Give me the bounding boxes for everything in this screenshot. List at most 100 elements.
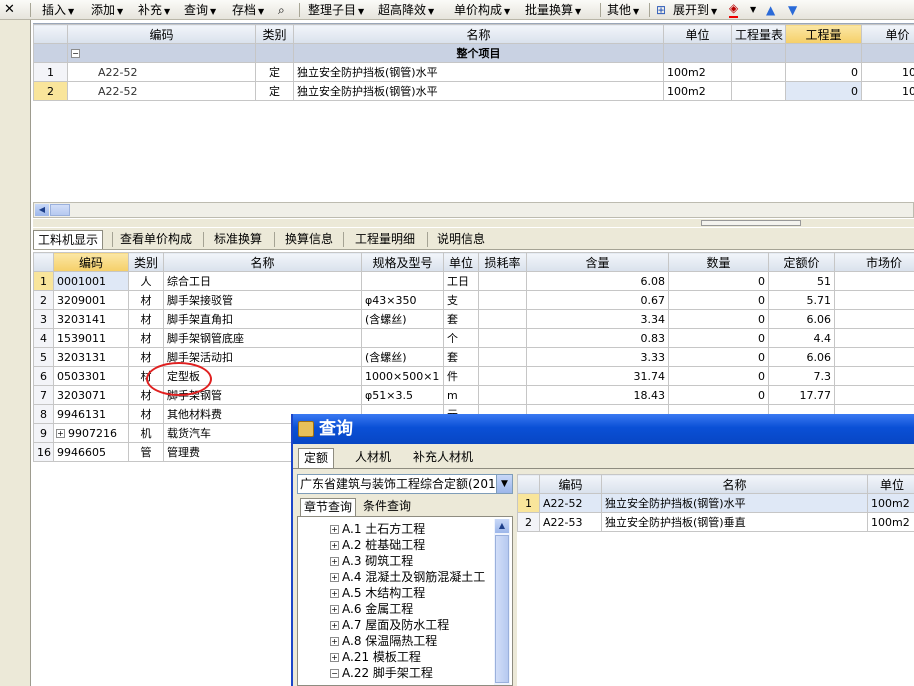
cell-market-price[interactable] — [834, 366, 914, 386]
header-unit[interactable]: 单位 — [867, 474, 914, 494]
cell-quantity[interactable]: 0 — [668, 385, 769, 405]
cell-quota-price[interactable]: 4.4 — [768, 328, 835, 348]
cell-market-price[interactable]: 6 — [834, 309, 914, 329]
tree-node[interactable]: + A.8 保温隔热工程 — [330, 633, 437, 649]
tree-node[interactable]: + A.1 土石方工程 — [330, 521, 425, 537]
archive-menu[interactable]: 存档 ▼ — [232, 2, 264, 18]
cell-loss[interactable] — [478, 385, 527, 405]
insert-menu[interactable]: 插入 ▼ — [42, 2, 74, 18]
cell-quantity[interactable]: 0 — [668, 290, 769, 310]
header-spec[interactable]: 规格及型号 — [361, 252, 444, 272]
tab-standard-convert[interactable]: 标准换算 — [210, 230, 266, 249]
header-price[interactable]: 单价 — [861, 24, 914, 44]
cell-type[interactable]: 材 — [128, 328, 164, 348]
cell-quota-price[interactable]: 51 — [768, 271, 835, 291]
cell-quota-price[interactable]: 5.71 — [768, 290, 835, 310]
cell-code[interactable]: 0503301 — [53, 366, 129, 386]
table-row[interactable]: 1 0001001 人综合工日 工日 6.08 0 51 — [33, 271, 914, 291]
expand-icon[interactable]: + — [330, 605, 339, 614]
cell-unit[interactable]: 工日 — [443, 271, 479, 291]
tree-node[interactable]: − A.22 脚手架工程 — [330, 665, 433, 681]
cell-content[interactable]: 6.08 — [526, 271, 669, 291]
cell-quota-price[interactable]: 7.3 — [768, 366, 835, 386]
supplement-menu[interactable]: 补充 ▼ — [138, 2, 170, 18]
header-code[interactable]: 编码 — [53, 252, 129, 272]
cell-name[interactable]: 脚手架钢管底座 — [163, 328, 362, 348]
scroll-thumb[interactable] — [50, 204, 70, 216]
tree-node[interactable]: + A.7 屋面及防水工程 — [330, 617, 449, 633]
cell-quantity[interactable]: 0 — [668, 347, 769, 367]
tab-labor-material-machine[interactable]: 人材机 — [350, 448, 396, 468]
group-row[interactable]: − 整个项目 — [33, 43, 914, 63]
tab-chapter-search[interactable]: 章节查询 — [300, 498, 357, 516]
scroll-up-icon[interactable]: ▲ — [495, 519, 509, 533]
cell-loss[interactable] — [478, 309, 527, 329]
expand-icon[interactable]: + — [330, 557, 339, 566]
cell-code[interactable]: 3209001 — [53, 290, 129, 310]
cell-code[interactable]: 3203131 — [53, 347, 129, 367]
tab-supplement-lmm[interactable]: 补充人材机 — [408, 448, 478, 468]
quota-library-select[interactable]: 广东省建筑与装饰工程综合定额(201 ▼ — [297, 474, 513, 494]
horizontal-scrollbar[interactable]: ◀ — [33, 202, 914, 218]
query-menu[interactable]: 查询 ▼ — [184, 2, 216, 18]
cell-unit[interactable]: 个 — [443, 328, 479, 348]
expand-icon[interactable]: + — [330, 637, 339, 646]
header-name[interactable]: 名称 — [293, 24, 664, 44]
expand-icon[interactable]: + — [56, 429, 65, 438]
cell-quantity[interactable]: 0 — [668, 309, 769, 329]
header-quantity[interactable]: 数量 — [668, 252, 769, 272]
cell-content[interactable]: 3.34 — [526, 309, 669, 329]
cell-quantity[interactable]: 0 — [668, 328, 769, 348]
tab-description[interactable]: 说明信息 — [433, 230, 489, 249]
table-row[interactable]: 2 A22-52 定 独立安全防护挡板(钢管)水平 100m2 0 1081 — [33, 81, 914, 101]
header-code[interactable]: 编码 — [539, 474, 602, 494]
cell-code[interactable]: 1539011 — [53, 328, 129, 348]
cell-content[interactable]: 18.43 — [526, 385, 669, 405]
header-loss[interactable]: 损耗率 — [478, 252, 527, 272]
header-unit[interactable]: 单位 — [443, 252, 479, 272]
chevron-down-icon[interactable]: ▼ — [750, 2, 756, 18]
cell-name[interactable]: 脚手架直角扣 — [163, 309, 362, 329]
cell-content[interactable]: 31.74 — [526, 366, 669, 386]
tab-qty-detail[interactable]: 工程量明细 — [351, 230, 419, 249]
cell-type[interactable]: 管 — [128, 442, 164, 462]
header-name[interactable]: 名称 — [601, 474, 868, 494]
tree-node[interactable]: + A.21 模板工程 — [330, 649, 421, 665]
cell-code[interactable]: 0001001 — [53, 271, 129, 291]
cell-spec[interactable]: φ51×3.5 — [361, 385, 444, 405]
unit-price-button[interactable]: 单价构成 ▼ — [454, 2, 510, 18]
cell-quantity[interactable]: 0 — [668, 366, 769, 386]
table-row[interactable]: 2 A22-53 独立安全防护挡板(钢管)垂直 100m2 — [517, 512, 914, 532]
cell-spec[interactable] — [361, 271, 444, 291]
organize-button[interactable]: 整理子目 ▼ — [308, 2, 364, 18]
cell-market-price[interactable] — [834, 271, 914, 291]
table-row[interactable]: 4 1539011 材脚手架钢管底座 个 0.83 0 4.4 — [33, 328, 914, 348]
cell-code[interactable]: 9946131 — [53, 404, 129, 424]
table-row[interactable]: 1 A22-52 定 独立安全防护挡板(钢管)水平 100m2 0 1081 — [33, 62, 914, 82]
cell-loss[interactable] — [478, 347, 527, 367]
header-name[interactable]: 名称 — [163, 252, 362, 272]
tab-condition-search[interactable]: 条件查询 — [360, 498, 414, 516]
cell-spec[interactable]: φ43×350 — [361, 290, 444, 310]
splitter[interactable] — [33, 219, 914, 227]
table-row[interactable]: 33203141材脚手架直角扣(含螺丝)套 3.3406.066 — [33, 309, 914, 329]
cell-unit[interactable]: 支 — [443, 290, 479, 310]
batch-convert-button[interactable]: 批量换算 ▼ — [525, 2, 581, 18]
cell-type[interactable]: 材 — [128, 347, 164, 367]
fill-color-icon[interactable]: ◈ — [729, 2, 739, 18]
collapse-icon[interactable]: − — [71, 49, 80, 58]
add-menu[interactable]: 添加 ▼ — [91, 2, 123, 18]
cell-unit[interactable]: 件 — [443, 366, 479, 386]
scroll-thumb[interactable] — [495, 535, 509, 683]
cell-content[interactable]: 0.67 — [526, 290, 669, 310]
chevron-down-icon[interactable]: ▼ — [496, 475, 512, 493]
cell-type[interactable]: 人 — [128, 271, 164, 291]
expand-icon[interactable]: + — [330, 621, 339, 630]
cell-content[interactable]: 0.83 — [526, 328, 669, 348]
tree-node[interactable]: + A.2 桩基础工程 — [330, 537, 425, 553]
tree-node[interactable]: + A.3 砌筑工程 — [330, 553, 413, 569]
header-code[interactable]: 编码 — [67, 24, 256, 44]
tab-unit-price[interactable]: 查看单价构成 — [116, 230, 196, 249]
collapse-icon[interactable]: − — [330, 669, 339, 678]
header-type[interactable]: 类别 — [255, 24, 294, 44]
